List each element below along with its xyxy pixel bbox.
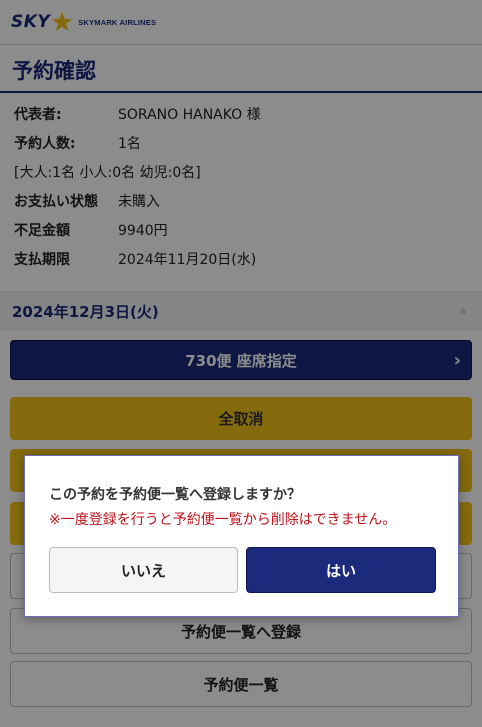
confirm-dialog: この予約を予約便一覧へ登録しますか？ ※一度登録を行うと予約便一覧から削除はでき…: [24, 455, 459, 617]
yes-button-label: はい: [325, 561, 356, 580]
dialog-warning: ※一度登録を行うと予約便一覧から削除はできません。: [49, 512, 397, 528]
modal-backdrop[interactable]: [0, 0, 482, 727]
dialog-question: この予約を予約便一覧へ登録しますか？: [49, 487, 301, 503]
no-button[interactable]: いいえ: [49, 547, 238, 593]
no-button-label: いいえ: [120, 561, 166, 580]
yes-button[interactable]: はい: [246, 547, 436, 593]
